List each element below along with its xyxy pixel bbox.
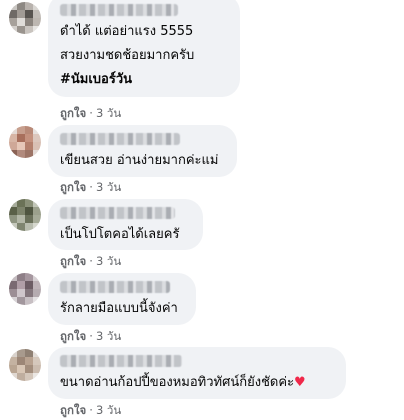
like-button[interactable]: ถูกใจ (60, 180, 86, 194)
comment-timestamp[interactable]: 3 วัน (96, 403, 121, 417)
comment-text: ขนาดอ่านก้อปปี้ของหมอทิวทัศน์ก็ยังชัดค่ะ (60, 375, 295, 390)
separator-dot: · (89, 329, 93, 343)
comment-timestamp[interactable]: 3 วัน (96, 106, 121, 120)
comment-text-line: ขนาดอ่านก้อปปี้ของหมอทิวทัศน์ก็ยังชัดค่ะ… (60, 372, 334, 393)
hashtag-link[interactable]: #นัมเบอร์วัน (60, 69, 228, 90)
like-button[interactable]: ถูกใจ (60, 403, 86, 417)
comment-bubble: ดำได้ แต่อย่าแรง 5555 สวยงามชดช้อยมากครั… (48, 0, 240, 97)
heart-icon: ♥ (294, 375, 306, 390)
like-button[interactable]: ถูกใจ (60, 254, 86, 268)
comment-timestamp[interactable]: 3 วัน (96, 180, 121, 194)
comment-bubble: ขนาดอ่านก้อปปี้ของหมอทิวทัศน์ก็ยังชัดค่ะ… (48, 347, 346, 399)
comment-timestamp[interactable]: 3 วัน (96, 329, 121, 343)
like-button[interactable]: ถูกใจ (60, 106, 86, 120)
separator-dot: · (89, 106, 93, 120)
separator-dot: · (89, 254, 93, 268)
avatar[interactable] (9, 2, 41, 34)
separator-dot: · (89, 403, 93, 417)
comment-bubble: เขียนสวย อ่านง่ายมากค่ะแม่ (48, 125, 237, 177)
comment-bubble: เป็นโปโตคอได้เลยครั (48, 199, 203, 250)
comment-timestamp[interactable]: 3 วัน (96, 254, 121, 268)
comment-text-line: ดำได้ แต่อย่าแรง 5555 (60, 24, 194, 39)
separator-dot: · (89, 180, 93, 194)
avatar[interactable] (9, 273, 41, 305)
comment-actions: ถูกใจ · 3 วัน (60, 253, 121, 271)
commenter-name-redacted[interactable] (60, 281, 170, 293)
like-button[interactable]: ถูกใจ (60, 329, 86, 343)
commenter-name-redacted[interactable] (60, 133, 180, 145)
comment-text-line: สวยงามชดช้อยมากครับ (60, 48, 195, 63)
comment-actions: ถูกใจ · 3 วัน (60, 402, 121, 420)
commenter-name-redacted[interactable] (60, 355, 182, 367)
avatar[interactable] (9, 199, 41, 231)
comment-actions: ถูกใจ · 3 วัน (60, 105, 121, 123)
avatar[interactable] (9, 126, 41, 158)
comment-text-line: เป็นโปโตคอได้เลยครั (60, 227, 180, 242)
comment-bubble: รักลายมือแบบนี้จังค่า (48, 273, 196, 325)
comment-actions: ถูกใจ · 3 วัน (60, 179, 121, 197)
avatar[interactable] (9, 349, 41, 381)
comment-text-line: เขียนสวย อ่านง่ายมากค่ะแม่ (60, 153, 219, 168)
commenter-name-redacted[interactable] (60, 4, 178, 16)
comment-text-line: รักลายมือแบบนี้จังค่า (60, 301, 178, 316)
comment-actions: ถูกใจ · 3 วัน (60, 328, 121, 346)
commenter-name-redacted[interactable] (60, 207, 175, 219)
